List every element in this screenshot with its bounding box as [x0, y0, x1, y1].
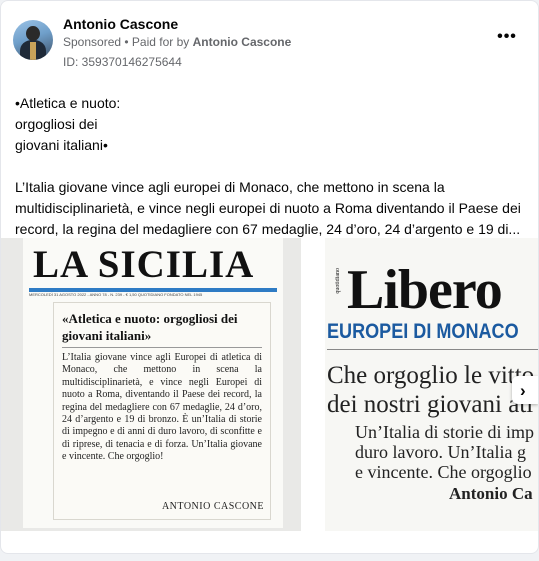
avatar[interactable]: [13, 20, 53, 60]
carousel-image-la-sicilia[interactable]: LA SICILIA MERCOLEDÌ 31 AGOSTO 2022 - AN…: [1, 238, 301, 531]
article-signature: ANTONIO CASCONE: [161, 501, 264, 512]
avatar-figure-shirt: [30, 42, 36, 60]
libero-masthead: quotidiano Libero: [335, 258, 503, 322]
newspaper-page: LA SICILIA MERCOLEDÌ 31 AGOSTO 2022 - AN…: [23, 238, 283, 528]
image-carousel: LA SICILIA MERCOLEDÌ 31 AGOSTO 2022 - AN…: [1, 238, 538, 531]
headline-line-1: Che orgoglio le vitto: [327, 362, 535, 389]
article-author: Antonio Ca: [449, 484, 533, 503]
headline-line-2: dei nostri giovani atl: [327, 391, 534, 418]
post-body-line-3[interactable]: record, la regina del medagliere con 67 …: [15, 219, 530, 240]
post-body-line-2: multidisciplinarietà, e vince negli euro…: [15, 200, 521, 216]
avatar-figure-head: [26, 26, 40, 41]
ad-id: ID: 359370146275644: [63, 55, 182, 69]
more-horizontal-icon: •••: [497, 28, 517, 45]
article-body: L’Italia giovane vince agli Europei di a…: [62, 352, 262, 463]
section-headline: EUROPEI DI MONACO: [327, 320, 519, 343]
paid-for-label: Paid for by: [131, 35, 193, 49]
article-clipping: «Atletica e nuoto: orgogliosi dei giovan…: [53, 302, 271, 520]
libero-masthead-small: quotidiano: [335, 268, 341, 294]
post-text: •Atletica e nuoto: orgogliosi dei giovan…: [15, 93, 530, 240]
post-title-line-1: •Atletica e nuoto:: [15, 95, 121, 111]
article-line-1: Un’Italia di storie di imp: [355, 422, 534, 442]
sponsored-label: Sponsored: [63, 35, 122, 49]
ad-post-card: Antonio Cascone Sponsored • Paid for by …: [0, 0, 539, 554]
carousel-image-libero[interactable]: quotidiano Libero EUROPEI DI MONACO Che o…: [325, 238, 538, 531]
article-divider: [62, 347, 262, 348]
libero-masthead-text: Libero: [347, 259, 503, 321]
carousel-next-button[interactable]: ›: [512, 376, 538, 404]
newspaper-masthead: LA SICILIA: [33, 243, 255, 286]
article-line-2: duro lavoro. Un’Italia g: [355, 442, 526, 462]
article-title: «Atletica e nuoto: orgogliosi dei giovan…: [62, 311, 238, 343]
separator-dot: •: [121, 35, 132, 49]
post-body-line-1: L’Italia giovane vince agli europei di M…: [15, 179, 445, 195]
more-options-button[interactable]: •••: [495, 28, 519, 49]
author-name[interactable]: Antonio Cascone: [63, 16, 178, 32]
section-rule: [327, 349, 538, 350]
article-line-3: e vincente. Che orgoglio: [355, 462, 532, 482]
post-title-line-3: giovani italiani•: [15, 137, 108, 153]
sponsored-line: Sponsored • Paid for by Antonio Cascone: [63, 35, 291, 49]
newspaper-dateline: MERCOLEDÌ 31 AGOSTO 2022 - ANNO 78 - N. …: [29, 292, 203, 297]
post-title-line-2: orgogliosi dei: [15, 116, 98, 132]
paid-for-name[interactable]: Antonio Cascone: [193, 35, 292, 49]
chevron-right-icon: ›: [520, 381, 526, 400]
